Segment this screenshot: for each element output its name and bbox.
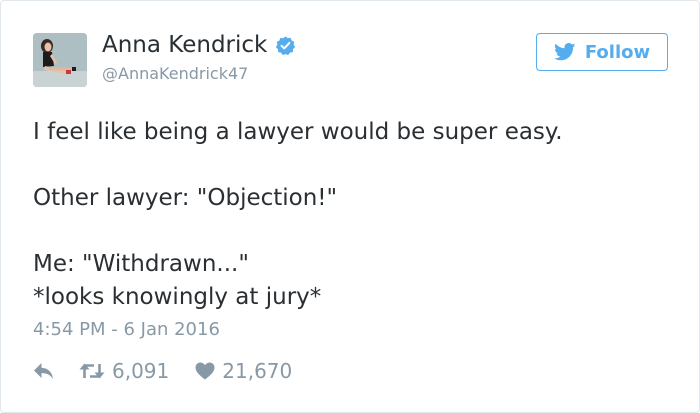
user-name-text: Anna Kendrick	[102, 32, 268, 58]
tweet-timestamp[interactable]: 4:54 PM - 6 Jan 2016	[33, 319, 220, 340]
avatar[interactable]	[33, 33, 87, 87]
twitter-bird-icon	[553, 43, 576, 61]
avatar-photo	[33, 33, 87, 87]
tweet-card: Anna Kendrick @AnnaKendrick47 Follow I f…	[0, 0, 700, 413]
reply-button[interactable]	[33, 362, 55, 380]
follow-button[interactable]: Follow	[536, 33, 668, 71]
follow-button-label: Follow	[584, 41, 651, 63]
heart-icon	[195, 362, 215, 380]
retweet-count: 6,091	[112, 359, 170, 383]
retweet-icon	[79, 363, 105, 379]
reply-icon	[34, 363, 53, 379]
tweet-line: Me: "Withdrawn..."	[33, 251, 249, 277]
tweet-line: Other lawyer: "Objection!"	[33, 185, 338, 211]
tweet-line: *looks knowingly at jury*	[33, 284, 322, 310]
tweet-actions: 6,091 21,670	[33, 357, 292, 385]
tweet-line: I feel like being a lawyer would be supe…	[33, 119, 563, 145]
like-button[interactable]: 21,670	[195, 359, 292, 383]
user-handle[interactable]: @AnnaKendrick47	[102, 64, 248, 83]
verified-badge-icon	[276, 35, 296, 55]
user-name[interactable]: Anna Kendrick	[102, 32, 296, 58]
like-count: 21,670	[222, 359, 293, 383]
tweet-text: I feel like being a lawyer would be supe…	[33, 116, 673, 314]
retweet-button[interactable]: 6,091	[79, 359, 169, 383]
